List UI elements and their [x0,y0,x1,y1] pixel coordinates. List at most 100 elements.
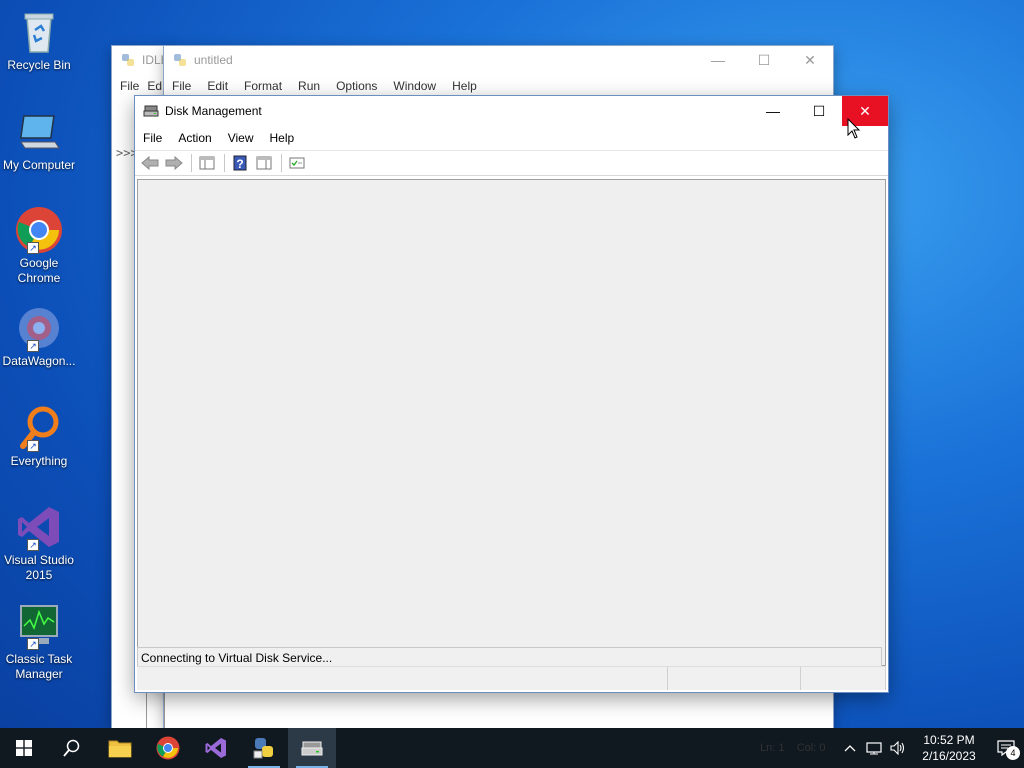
menu-help[interactable]: Help [262,131,303,145]
status-bar-cell [137,667,668,690]
idle-shell-menubar: File Ed [112,74,172,98]
desktop-icon-everything[interactable]: ↗ Everything [0,404,78,469]
taskbar-disk-management[interactable] [288,728,336,768]
shortcut-arrow-icon: ↗ [27,539,39,551]
minimize-button[interactable]: — [750,96,796,126]
desktop-icon-classic-task-manager[interactable]: ↗ Classic Task Manager [0,602,78,682]
clock-time: 10:52 PM [923,733,975,747]
start-icon [16,740,32,756]
status-message: Connecting to Virtual Disk Service... [137,647,882,667]
recycle-bin-icon [15,8,63,56]
desktop-icon-visual-studio[interactable]: ↗ Visual Studio 2015 [0,503,78,583]
idle-editor-titlebar[interactable]: untitled — ☐ ✕ [164,46,833,74]
visual-studio-icon: ↗ [15,503,63,551]
search-icon [63,739,80,757]
menu-run[interactable]: Run [290,79,328,93]
svg-text:?: ? [236,157,243,171]
python-icon [172,52,188,68]
menu-window[interactable]: Window [385,79,444,93]
action-center-button[interactable]: 4 [988,728,1024,768]
status-bar-cell [801,667,886,690]
disk-management-window[interactable]: Disk Management — ☐ ✕ File Action View H… [135,96,888,692]
python-icon [120,52,136,68]
computer-icon [15,108,63,156]
shortcut-arrow-icon: ↗ [27,340,39,352]
status-bar-cell [668,667,801,690]
toolbar-separator [281,154,282,172]
close-button[interactable]: ✕ [787,46,833,74]
idle-shell-titlebar[interactable]: IDLE [112,46,172,74]
desktop-icon-label: Classic Task Manager [5,652,73,681]
desktop-icon-label: Recycle Bin [7,58,71,72]
menu-file[interactable]: File [135,131,170,145]
desktop-icon-label: Google Chrome [17,256,61,285]
forward-arrow-icon[interactable] [163,153,185,173]
desktop-icon-datawagon[interactable]: ↗ DataWagon... [0,304,78,369]
desktop-icon-label: Everything [10,454,68,468]
maximize-button[interactable]: ☐ [741,46,787,74]
file-explorer-icon [108,740,132,758]
taskbar-visual-studio[interactable] [192,728,240,768]
menu-file[interactable]: File [164,79,199,93]
idle-editor-title: untitled [194,53,233,67]
menu-view[interactable]: View [220,131,262,145]
menu-options[interactable]: Options [328,79,385,93]
taskbar-python-idle[interactable] [240,728,288,768]
task-manager-icon: ↗ [15,602,63,650]
mouse-cursor-icon [847,117,861,140]
window-title: Disk Management [165,104,262,118]
notification-count-badge: 4 [1006,746,1020,760]
chrome-icon [156,736,180,760]
maximize-button[interactable]: ☐ [796,96,842,126]
datawagon-icon: ↗ [15,304,63,352]
shortcut-arrow-icon: ↗ [27,242,39,254]
idle-status-position: Ln: 1 Col: 0 [760,742,825,754]
menu-action[interactable]: Action [170,131,219,145]
visual-studio-icon [205,738,226,758]
clock-date: 2/16/2023 [922,749,976,763]
properties-icon[interactable] [286,153,308,173]
line-number: Ln: 1 [760,742,785,754]
help-icon[interactable]: ? [229,153,251,173]
column-number: Col: 0 [796,742,826,754]
chevron-up-icon[interactable] [838,728,862,768]
status-bar [137,666,886,690]
idle-editor-menubar: File Edit Format Run Options Window Help [164,74,833,98]
desktop-icon-my-computer[interactable]: My Computer [0,108,78,173]
disk-management-icon [301,741,323,756]
chrome-icon: ↗ [15,206,63,254]
menu-format[interactable]: Format [236,79,290,93]
minimize-button[interactable]: — [695,46,741,74]
toolbar-separator [224,154,225,172]
desktop-icon-label: My Computer [2,158,76,172]
taskbar: Ln: 1 Col: 0 10:52 PM 2/16/2023 4 [0,728,1024,768]
disk-management-icon [143,103,159,119]
disk-management-titlebar[interactable]: Disk Management — ☐ ✕ [135,96,888,126]
python-idle-icon [253,738,273,759]
search-button[interactable] [48,728,96,768]
desktop-icon-google-chrome[interactable]: ↗ Google Chrome [0,206,78,286]
taskbar-file-explorer[interactable] [96,728,144,768]
desktop-icon-label: Visual Studio 2015 [4,553,74,582]
network-icon[interactable] [862,728,886,768]
toolbar-separator [191,154,192,172]
clock[interactable]: 10:52 PM 2/16/2023 [910,732,988,764]
taskbar-chrome[interactable] [144,728,192,768]
menu-help[interactable]: Help [444,79,485,93]
back-arrow-icon[interactable] [139,153,161,173]
show-hide-console-tree-icon[interactable] [196,153,218,173]
toolbar: ? [135,150,888,176]
everything-search-icon: ↗ [15,404,63,452]
shortcut-arrow-icon: ↗ [27,440,39,452]
volume-icon[interactable] [886,728,910,768]
desktop-icon-recycle-bin[interactable]: Recycle Bin [0,8,78,73]
menu-file[interactable]: File [112,79,147,93]
disk-management-menubar: File Action View Help [135,126,888,150]
menu-edit[interactable]: Edit [199,79,236,93]
disk-management-content-area[interactable] [137,179,886,666]
system-tray: 10:52 PM 2/16/2023 4 [838,728,1024,768]
shortcut-arrow-icon: ↗ [27,638,39,650]
start-button[interactable] [0,728,48,768]
show-hide-action-pane-icon[interactable] [253,153,275,173]
desktop-icon-label: DataWagon... [2,354,76,368]
